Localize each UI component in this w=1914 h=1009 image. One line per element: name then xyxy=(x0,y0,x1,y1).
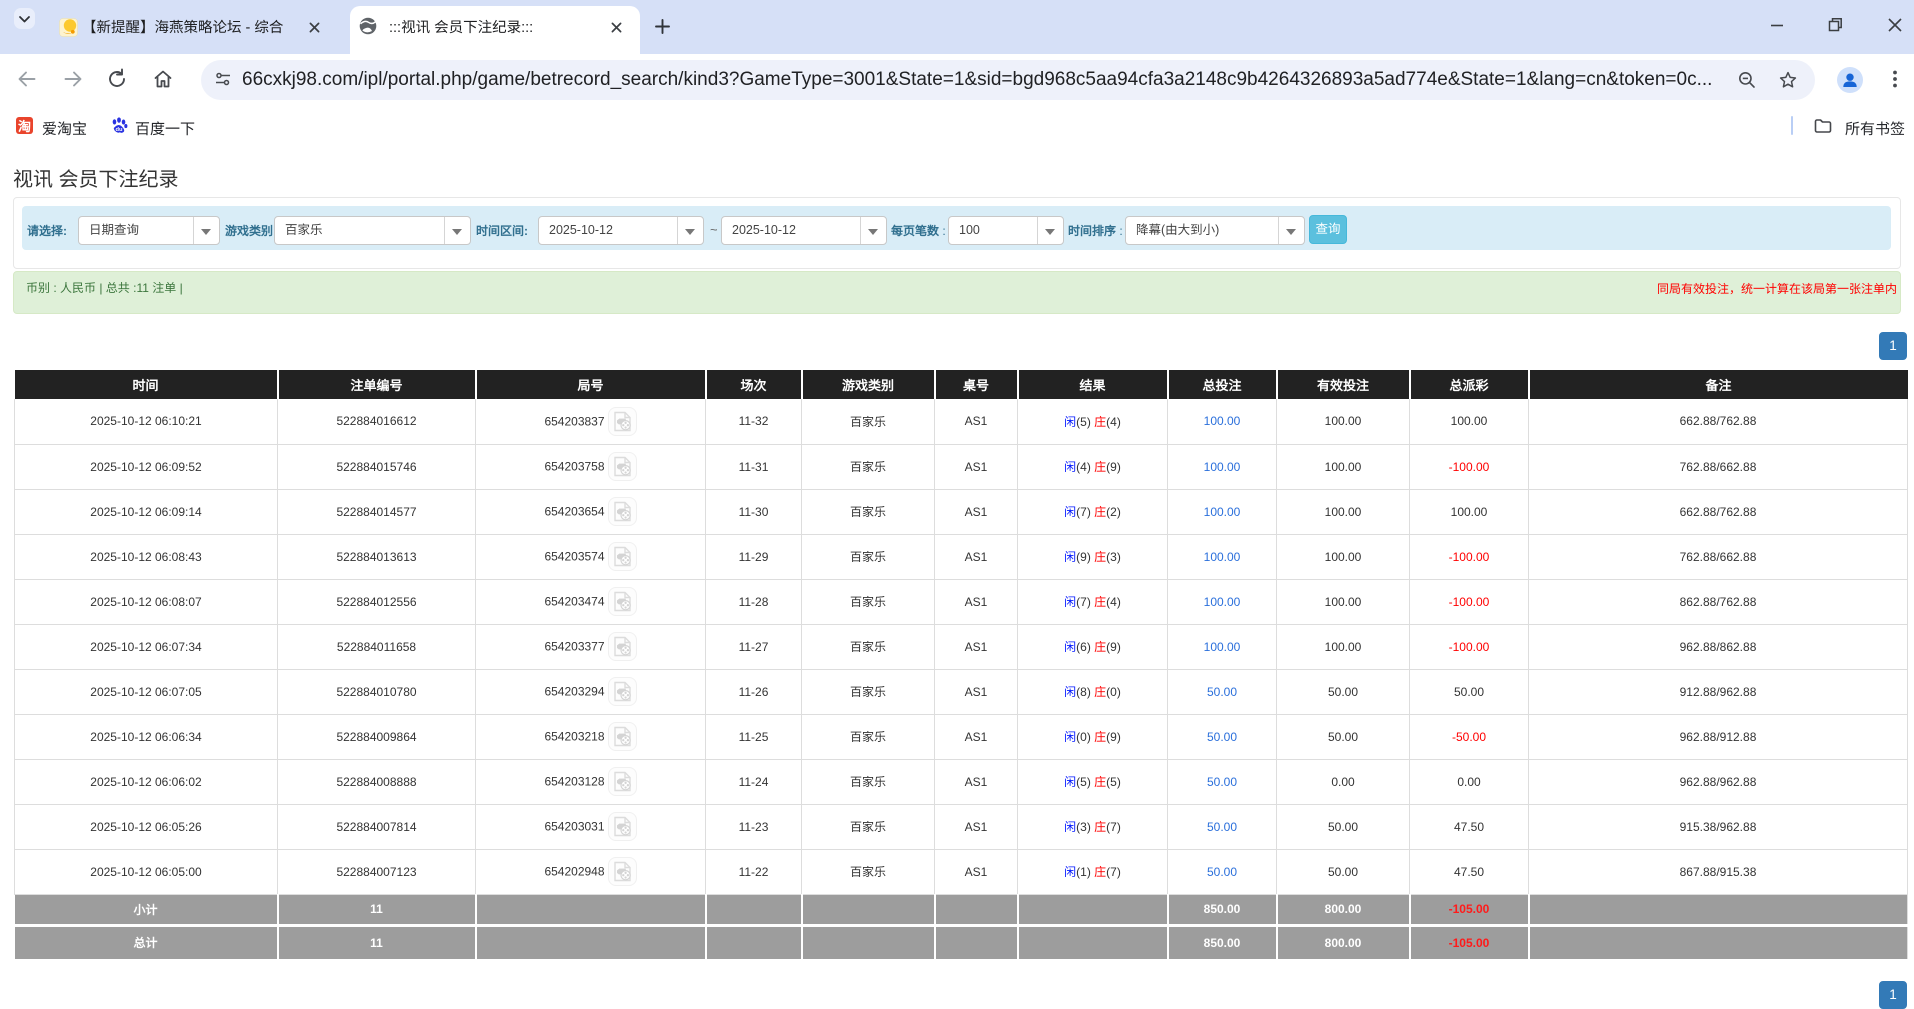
svg-text:du: du xyxy=(115,127,123,133)
